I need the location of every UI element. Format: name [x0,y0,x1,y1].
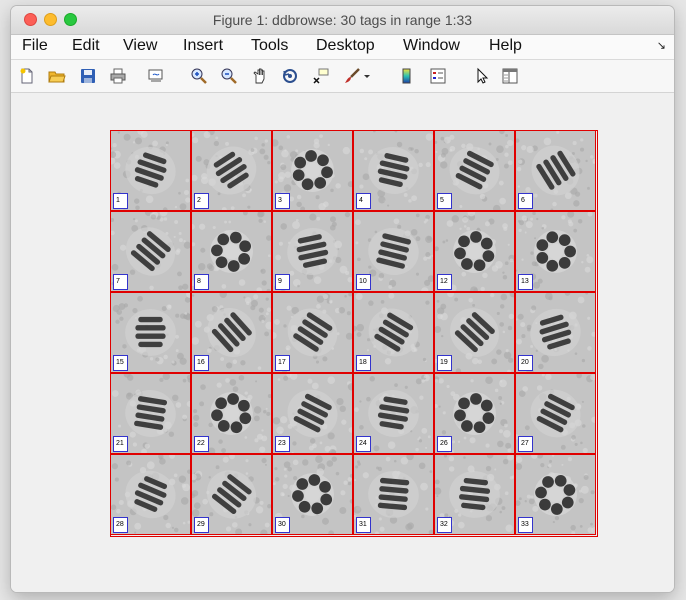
particle-tile[interactable]: 22 [191,373,272,454]
particle-tile[interactable]: 5 [434,130,515,211]
particle-tile[interactable]: 7 [110,211,191,292]
particle-tile[interactable]: 29 [191,454,272,535]
brush-icon[interactable] [342,66,362,86]
menu-file[interactable]: File [22,37,48,55]
print-icon[interactable] [108,66,128,86]
particle-tile[interactable]: 8 [191,211,272,292]
menu-bar: File Edit View Insert Tools Desktop Wind… [11,35,674,60]
menu-edit[interactable]: Edit [72,37,100,55]
tile-tag-label: 23 [275,436,290,452]
particle-tile[interactable]: 28 [110,454,191,535]
menu-dock-arrow-icon[interactable]: ↘ [657,39,666,52]
figure-canvas[interactable]: 1 2 3 4 5 6 7 8 9 10 12 13 15 16 17 18 19 20 21 22 23 24 26 27 2… [11,93,674,592]
tile-tag-label: 10 [356,274,371,290]
particle-tile[interactable]: 1 [110,130,191,211]
tile-tag-label: 26 [437,436,452,452]
colorbar-icon[interactable] [397,66,417,86]
menu-tools[interactable]: Tools [251,37,288,55]
particle-tile[interactable]: 33 [515,454,596,535]
tile-tag-label: 8 [194,274,209,290]
menu-desktop[interactable]: Desktop [316,37,375,55]
zoom-out-icon[interactable] [219,66,239,86]
particle-tile[interactable]: 24 [353,373,434,454]
particle-tile[interactable]: 16 [191,292,272,373]
particle-tile[interactable]: 17 [272,292,353,373]
tile-tag-label: 17 [275,355,290,371]
particle-tile[interactable]: 15 [110,292,191,373]
particle-tile[interactable]: 3 [272,130,353,211]
particle-tile[interactable]: 23 [272,373,353,454]
menu-view[interactable]: View [123,37,157,55]
particle-montage: 1 2 3 4 5 6 7 8 9 10 12 13 15 16 17 18 19 20 21 22 23 24 26 27 2… [110,130,598,537]
tile-tag-label: 16 [194,355,209,371]
particle-tile[interactable]: 2 [191,130,272,211]
save-icon[interactable] [78,66,98,86]
property-editor-icon[interactable] [500,66,520,86]
tile-tag-label: 27 [518,436,533,452]
particle-tile[interactable]: 12 [434,211,515,292]
figure-window: Figure 1: ddbrowse: 30 tags in range 1:3… [11,6,674,592]
zoom-in-icon[interactable] [189,66,209,86]
particle-tile[interactable]: 13 [515,211,596,292]
new-figure-icon[interactable] [17,66,37,86]
tile-tag-label: 7 [113,274,128,290]
tile-tag-label: 22 [194,436,209,452]
menu-insert[interactable]: Insert [183,37,223,55]
tile-tag-label: 28 [113,517,128,533]
tile-tag-label: 32 [437,517,452,533]
toolbar [11,60,674,93]
window-title: Figure 1: ddbrowse: 30 tags in range 1:3… [212,12,473,28]
pan-hand-icon[interactable] [250,66,270,86]
tile-tag-label: 3 [275,193,290,209]
particle-tile[interactable]: 31 [353,454,434,535]
particle-tile[interactable]: 27 [515,373,596,454]
tile-tag-label: 18 [356,355,371,371]
particle-tile[interactable]: 6 [515,130,596,211]
tile-tag-label: 4 [356,193,371,209]
open-file-icon[interactable] [47,66,67,86]
menu-window[interactable]: Window [403,37,460,55]
particle-tile[interactable]: 20 [515,292,596,373]
particle-tile[interactable]: 18 [353,292,434,373]
tile-tag-label: 19 [437,355,452,371]
menu-help[interactable]: Help [489,37,522,55]
tile-tag-label: 1 [113,193,128,209]
tile-tag-label: 30 [275,517,290,533]
tile-tag-label: 2 [194,193,209,209]
link-plot-icon[interactable] [146,66,166,86]
brush-dropdown-icon[interactable] [361,66,373,86]
tile-tag-label: 31 [356,517,371,533]
particle-tile[interactable]: 21 [110,373,191,454]
legend-icon[interactable] [428,66,448,86]
tile-tag-label: 6 [518,193,533,209]
tile-tag-label: 13 [518,274,533,290]
particle-tile[interactable]: 9 [272,211,353,292]
tile-tag-label: 20 [518,355,533,371]
particle-tile[interactable]: 30 [272,454,353,535]
particle-tile[interactable]: 19 [434,292,515,373]
title-bar[interactable]: Figure 1: ddbrowse: 30 tags in range 1:3… [11,6,674,35]
particle-tile[interactable]: 26 [434,373,515,454]
data-cursor-icon[interactable] [311,66,331,86]
tile-tag-label: 33 [518,517,533,533]
tile-tag-label: 21 [113,436,128,452]
pointer-icon[interactable] [472,66,492,86]
tile-tag-label: 12 [437,274,452,290]
particle-tile[interactable]: 10 [353,211,434,292]
tile-tag-label: 5 [437,193,452,209]
tile-tag-label: 9 [275,274,290,290]
particle-tile[interactable]: 32 [434,454,515,535]
tile-tag-label: 29 [194,517,209,533]
rotate-3d-icon[interactable] [280,66,300,86]
tile-tag-label: 15 [113,355,128,371]
tile-tag-label: 24 [356,436,371,452]
particle-tile[interactable]: 4 [353,130,434,211]
